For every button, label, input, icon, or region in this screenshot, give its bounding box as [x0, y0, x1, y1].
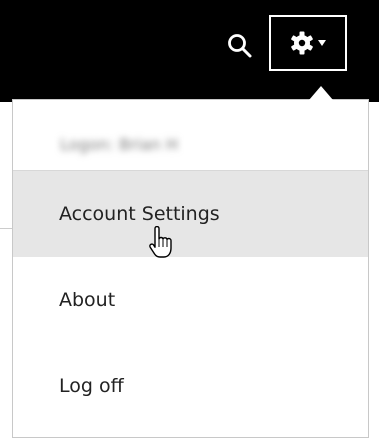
gear-icon	[291, 31, 313, 55]
settings-dropdown-menu: Logon: Brian H Account Settings About Lo…	[12, 99, 369, 438]
user-name-label: Logon: Brian H	[60, 135, 179, 154]
menu-item-about[interactable]: About	[13, 257, 368, 343]
menu-item-label: Account Settings	[59, 203, 220, 225]
search-icon	[228, 34, 252, 58]
dropdown-pointer	[309, 86, 333, 100]
menu-item-label: Log off	[59, 375, 124, 397]
settings-menu-button[interactable]	[269, 15, 347, 71]
menu-item-account-settings[interactable]: Account Settings	[13, 171, 368, 257]
pointer-hand-icon	[149, 226, 172, 258]
caret-down-icon	[318, 40, 326, 46]
search-button[interactable]	[222, 28, 258, 64]
menu-user-row: Logon: Brian H	[13, 100, 368, 170]
menu-item-log-off[interactable]: Log off	[13, 343, 368, 429]
menu-item-label: About	[59, 289, 116, 311]
